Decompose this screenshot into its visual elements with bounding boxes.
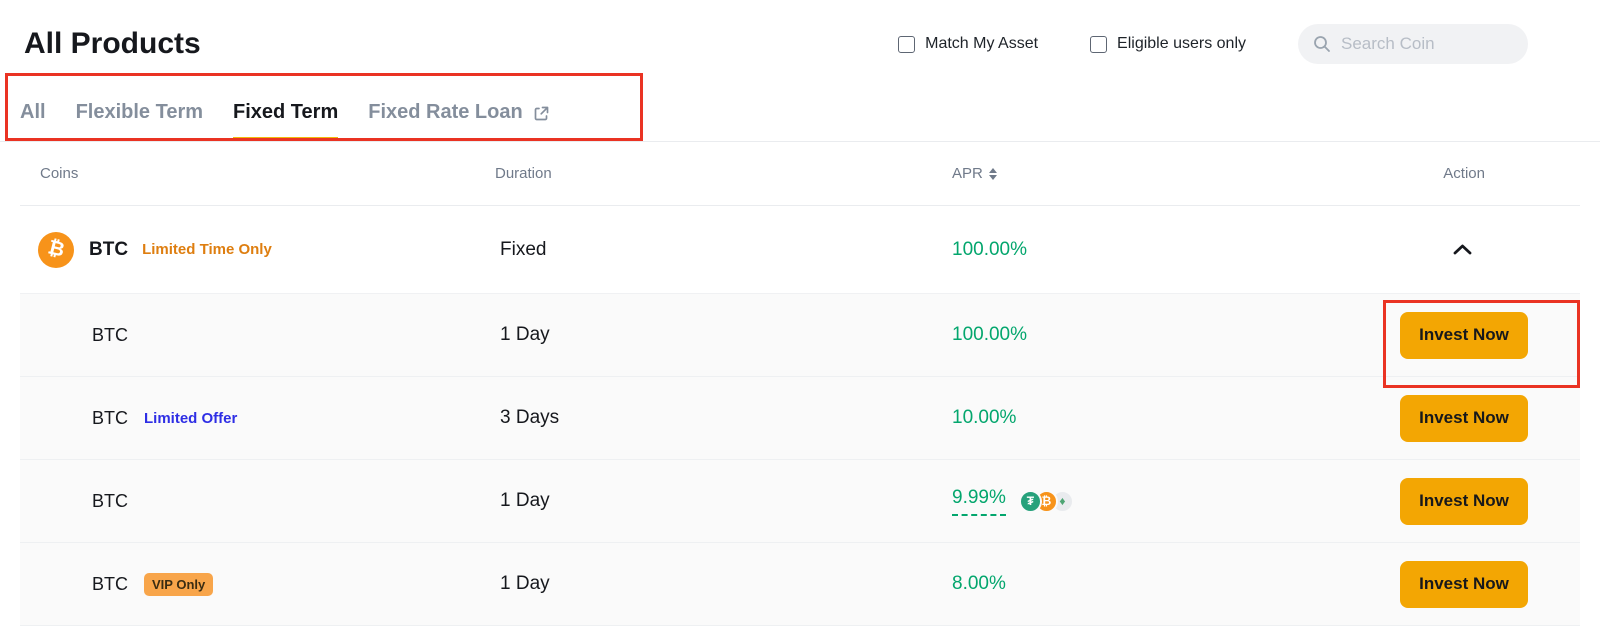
action-cell: Invest Now	[1340, 478, 1580, 525]
products-table: Coins Duration APR Action ₿ BTC Limited …	[20, 142, 1580, 626]
duration-cell: 3 Days	[460, 407, 920, 429]
coin-name: BTC	[92, 574, 128, 595]
tab-fixed-term[interactable]: Fixed Term	[233, 91, 338, 141]
apr-header-label: APR	[952, 165, 983, 182]
tab-label: Flexible Term	[76, 101, 203, 124]
match-my-asset-checkbox[interactable]: Match My Asset	[898, 35, 1038, 53]
tab-all[interactable]: All	[20, 91, 46, 141]
apr-value: 100.00%	[952, 324, 1027, 346]
apr-cell: 10.00%	[920, 407, 1340, 429]
duration-cell: 1 Day	[460, 324, 920, 346]
usdt-icon: ₮	[1019, 490, 1042, 513]
duration-cell: Fixed	[460, 239, 920, 261]
column-header-action: Action	[1340, 165, 1580, 182]
table-row: BTC Limited Offer 3 Days 10.00% Invest N…	[20, 377, 1580, 460]
column-header-duration: Duration	[460, 165, 920, 182]
bonus-coin-cluster: ₮ ₿ ♦	[1019, 490, 1074, 513]
apr-value: 100.00%	[952, 239, 1027, 261]
external-link-icon	[532, 104, 551, 123]
apr-cell: 8.00%	[920, 573, 1340, 595]
search-coin-input[interactable]	[1339, 33, 1513, 55]
action-cell: Invest Now	[1340, 395, 1580, 442]
apr-value-boosted[interactable]: 9.99%	[952, 487, 1006, 516]
apr-cell: 100.00%	[920, 324, 1340, 346]
column-header-apr: APR	[920, 165, 1340, 182]
action-cell: Invest Now	[1340, 561, 1580, 608]
checkbox-icon[interactable]	[1090, 36, 1107, 53]
header-controls: Match My Asset Eligible users only	[898, 24, 1576, 64]
table-row: BTC VIP Only 1 Day 8.00% Invest Now	[20, 543, 1580, 626]
duration-cell: 1 Day	[460, 573, 920, 595]
limited-offer-link[interactable]: Limited Offer	[144, 410, 237, 427]
invest-now-button[interactable]: Invest Now	[1400, 312, 1528, 359]
collapse-chevron-icon[interactable]	[1453, 244, 1472, 255]
match-my-asset-label: Match My Asset	[925, 35, 1038, 53]
limited-time-tag: Limited Time Only	[142, 241, 272, 258]
btc-icon: ₿	[38, 232, 74, 268]
invest-now-button[interactable]: Invest Now	[1400, 561, 1528, 608]
checkbox-icon[interactable]	[898, 36, 915, 53]
coin-name: BTC	[89, 239, 128, 261]
tab-label: All	[20, 101, 46, 124]
coin-cell: BTC	[20, 491, 460, 512]
tab-fixed-rate-loan[interactable]: Fixed Rate Loan	[368, 91, 550, 141]
eligible-users-checkbox[interactable]: Eligible users only	[1090, 35, 1246, 53]
table-row: BTC 1 Day 100.00% Invest Now	[20, 294, 1580, 377]
apr-cell: 100.00%	[920, 239, 1340, 261]
coin-cell: ₿ BTC Limited Time Only	[20, 232, 460, 268]
search-icon	[1313, 35, 1331, 53]
eligible-users-label: Eligible users only	[1117, 35, 1246, 53]
apr-value: 10.00%	[952, 407, 1016, 429]
apr-value: 8.00%	[952, 573, 1006, 595]
tab-label: Fixed Term	[233, 101, 338, 124]
coin-name: BTC	[92, 491, 128, 512]
action-cell: Invest Now	[1340, 312, 1580, 359]
table-group-row-btc[interactable]: ₿ BTC Limited Time Only Fixed 100.00%	[20, 206, 1580, 294]
product-tabs: All Flexible Term Fixed Term Fixed Rate …	[0, 91, 1600, 142]
invest-now-button[interactable]: Invest Now	[1400, 478, 1528, 525]
page-header: All Products Match My Asset Eligible use…	[0, 0, 1600, 64]
coin-name: BTC	[92, 408, 128, 429]
search-coin-box[interactable]	[1298, 24, 1528, 64]
coin-cell: BTC VIP Only	[20, 573, 460, 596]
coin-cell: BTC Limited Offer	[20, 408, 460, 429]
coin-name: BTC	[92, 325, 128, 346]
apr-sort-icon[interactable]	[989, 168, 997, 180]
coin-cell: BTC	[20, 325, 460, 346]
column-header-coins: Coins	[20, 165, 460, 182]
table-header-row: Coins Duration APR Action	[20, 142, 1580, 206]
tab-label: Fixed Rate Loan	[368, 101, 522, 124]
invest-now-button[interactable]: Invest Now	[1400, 395, 1528, 442]
tab-flexible-term[interactable]: Flexible Term	[76, 91, 203, 141]
action-cell	[1340, 244, 1580, 255]
table-row: BTC 1 Day 9.99% ₮ ₿ ♦ Invest Now	[20, 460, 1580, 543]
duration-cell: 1 Day	[460, 490, 920, 512]
apr-cell: 9.99% ₮ ₿ ♦	[920, 487, 1340, 516]
page-title: All Products	[24, 27, 201, 61]
vip-only-badge: VIP Only	[144, 573, 213, 596]
